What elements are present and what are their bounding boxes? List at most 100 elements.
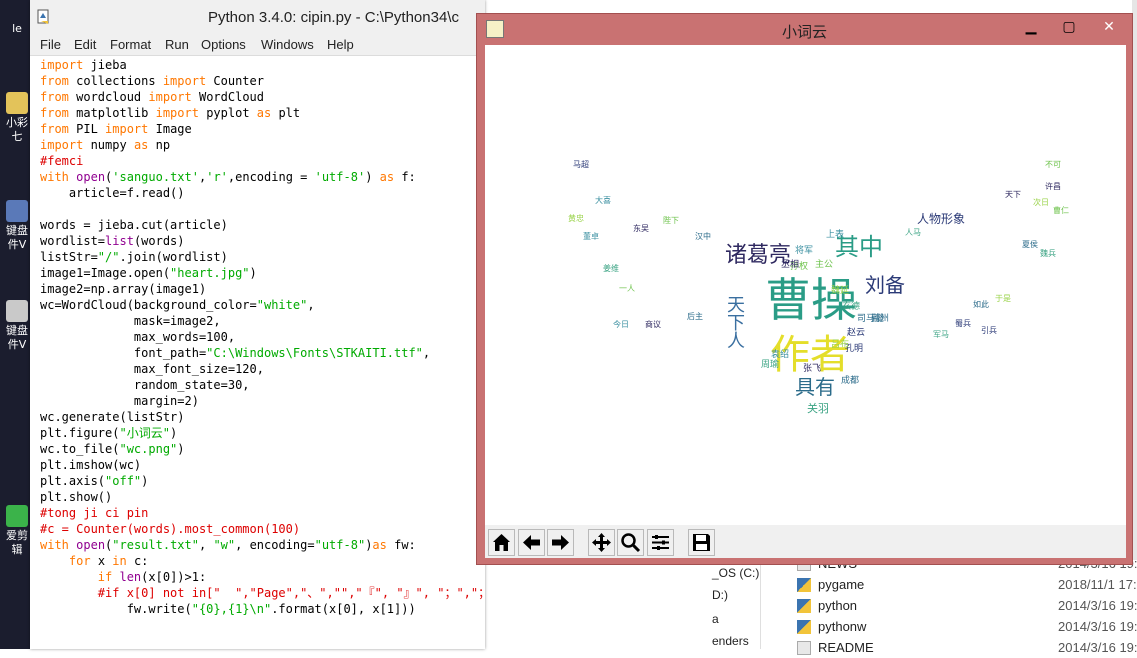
idle-editor-window: Python 3.4.0: cipin.py - C:\Python34\c F… [30, 0, 485, 649]
desktop-shortcut-label: 小彩 [6, 116, 28, 129]
wordcloud-canvas[interactable]: 曹操 作者 诸葛亮 其中 刘备 天下人 具有 人物形象 关羽 上表 孙权 成都 张飞 周瑜 司马懿 魏延 赵云将… [485, 45, 1126, 525]
minimize-button[interactable]: ▁ [1015, 16, 1047, 38]
forward-button[interactable] [547, 529, 574, 556]
code-token: "w" [213, 538, 236, 552]
code-line: from collections import Counter [40, 73, 485, 89]
code-token: wordlist= [40, 234, 106, 248]
wordcloud-word: 玄德 [842, 302, 861, 312]
desktop-shortcut-label: 件V [7, 238, 27, 251]
code-token: 'utf-8' [314, 170, 366, 184]
back-icon [523, 535, 540, 550]
code-line: fw.write("{0},{1}\n".format(x[0], x[1])) [40, 601, 485, 617]
file-name: README [818, 640, 874, 655]
code-line: random_state=30, [40, 377, 485, 393]
wordcloud-word: 次日 [1033, 198, 1049, 207]
desktop-shortcut[interactable]: 爱剪 辑 [0, 505, 34, 557]
code-token: #femci [40, 154, 84, 168]
code-token: "result.txt" [112, 538, 199, 552]
code-token: #tong ji ci pin [40, 506, 149, 520]
zoom-button[interactable] [617, 529, 644, 556]
menu-file[interactable]: File [40, 37, 61, 52]
file-row[interactable]: python 2014/3/16 19: [777, 596, 1137, 616]
nav-item[interactable]: a [712, 612, 719, 626]
menu-edit[interactable]: Edit [74, 37, 96, 52]
menu-help[interactable]: Help [327, 37, 354, 52]
code-token: ) [249, 266, 257, 280]
wordcloud-word: 具有 [795, 375, 835, 399]
code-token: ) [169, 426, 178, 440]
code-token: from [40, 90, 69, 104]
code-line: #if x[0] not in[" ","Page","、","","『", "… [40, 585, 485, 601]
python-file-icon [797, 620, 811, 634]
nav-item[interactable]: D:) [712, 588, 728, 602]
back-button[interactable] [518, 529, 545, 556]
wordcloud-word: 天下人 [724, 295, 745, 349]
app-icon [6, 505, 28, 527]
code-token: wc=WordCloud(background_color= [40, 298, 257, 312]
wordcloud-word: 一人 [619, 284, 635, 293]
desktop-shortcut[interactable]: 小彩 七 [0, 92, 34, 144]
explorer-navigation-pane: _OS (C:) D:) a enders [708, 560, 761, 649]
file-date: 2014/3/16 19: [1058, 619, 1137, 634]
navigation-toolbar [485, 525, 1126, 558]
menu-options[interactable]: Options [201, 37, 246, 52]
code-token: with [40, 170, 69, 184]
code-token: wc.generate(listStr) [40, 410, 185, 424]
code-token: list [105, 234, 134, 248]
home-button[interactable] [488, 529, 515, 556]
code-token: pyplot [198, 106, 257, 120]
code-line: max_words=100, [40, 329, 485, 345]
menu-bar: File Edit Format Run Options Windows Hel… [30, 37, 485, 56]
nav-item[interactable]: _OS (C:) [712, 566, 759, 580]
maximize-button[interactable]: ▢ [1053, 16, 1085, 38]
code-editor[interactable]: import jieba from collections import Coun… [40, 57, 485, 617]
wordcloud-word: 黄忠 [568, 214, 584, 223]
code-token: wc.to_file( [40, 442, 120, 456]
code-token: margin=2) [40, 394, 199, 408]
desktop-shortcut[interactable]: 键盘 件V [0, 300, 34, 352]
file-row[interactable]: pythonw 2014/3/16 19: [777, 617, 1137, 637]
code-token: in [112, 554, 127, 568]
code-token: from [40, 122, 69, 136]
desktop-shortcut[interactable]: 键盘 件V [0, 200, 34, 252]
code-token: import [155, 106, 199, 120]
python-file-icon [797, 599, 811, 613]
figure-title-bar[interactable]: 小词云 ▁ ▢ ✕ [477, 14, 1132, 44]
code-token: #if x[0] not in[" ","Page","、","","『", "… [97, 586, 485, 600]
code-token: open [76, 538, 106, 552]
window-title: Python 3.4.0: cipin.py - C:\Python34\c [208, 9, 459, 26]
app-icon [6, 200, 28, 222]
wordcloud-word: 今日 [613, 320, 629, 329]
desktop-shortcut[interactable]: le [0, 22, 34, 36]
wordcloud-word: 魏延 [831, 286, 850, 296]
file-row[interactable]: pygame 2018/11/1 17: [777, 575, 1137, 595]
figure-window: 小词云 ▁ ▢ ✕ 曹操 作者 诸葛亮 其中 刘备 天下人 具有 人物形象 关羽 上表 孙权 成都 张飞… [476, 13, 1133, 565]
close-button[interactable]: ✕ [1089, 16, 1129, 38]
code-line: listStr="/".join(wordlist) [40, 249, 485, 265]
code-line: plt.show() [40, 489, 485, 505]
code-token: wordcloud [68, 90, 149, 104]
save-button[interactable] [688, 529, 715, 556]
code-token: Image [148, 122, 192, 136]
configure-subplots-button[interactable] [647, 529, 674, 556]
code-token: , [198, 538, 214, 552]
menu-windows[interactable]: Windows [261, 37, 314, 52]
code-token: ) [365, 170, 380, 184]
nav-item[interactable]: enders [712, 634, 749, 648]
app-icon [6, 300, 28, 322]
menu-run[interactable]: Run [165, 37, 189, 52]
code-token: mask=image2, [40, 314, 221, 328]
file-row[interactable]: README 2014/3/16 19: [777, 638, 1137, 658]
wordcloud-word: 姜维 [603, 264, 619, 273]
zoom-icon [621, 533, 641, 553]
pan-button[interactable] [588, 529, 615, 556]
configure-subplots-icon [652, 535, 669, 550]
code-token: , [422, 346, 431, 360]
code-line: from wordcloud import WordCloud [40, 89, 485, 105]
code-token: "/" [97, 250, 120, 264]
idle-title-bar[interactable]: Python 3.4.0: cipin.py - C:\Python34\c [30, 0, 485, 37]
wordcloud-word: 人物形象 [917, 212, 966, 226]
wordcloud-word: 主公 [815, 260, 834, 270]
menu-format[interactable]: Format [110, 37, 151, 52]
